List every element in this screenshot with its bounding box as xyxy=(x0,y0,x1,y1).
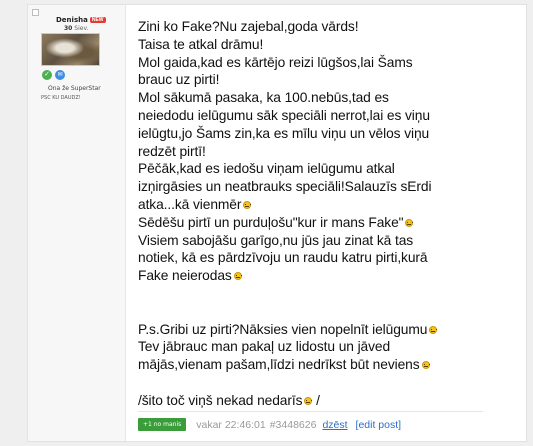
post-line-text: notiek, kā es pārdzīvoju un raudu katru … xyxy=(138,250,428,266)
post-id: #3448626 xyxy=(269,418,317,431)
post-line xyxy=(138,285,498,303)
avatar[interactable] xyxy=(41,33,100,66)
post-line: redzēt pirtī! xyxy=(138,143,498,161)
post-line: brauc uz pirti! xyxy=(138,71,498,89)
smiley-icon xyxy=(421,361,430,370)
post-line-text: Pēčāk,kad es iedošu viņam ielūgumu atkal xyxy=(138,161,395,177)
post-line-text: Mol sākumā pasaka, ka 100.nebūs,tad es xyxy=(138,90,389,106)
post-line: Fake neierodas xyxy=(138,267,498,285)
post-line-suffix: / xyxy=(312,392,320,408)
message-icon[interactable]: ✉ xyxy=(55,70,65,80)
smiley-icon xyxy=(243,200,252,209)
post-line: Tev jābrauc man pakaļ uz lidostu un jāve… xyxy=(138,338,498,356)
post-divider xyxy=(138,411,483,412)
edit-post-link[interactable]: [edit post] xyxy=(356,419,402,431)
username-link[interactable]: Denisha xyxy=(56,16,88,24)
post-line: atka...kā vienmēr xyxy=(138,196,498,214)
forum-post: Denisha NEW 30 Siev. ✓ ✉ Ona že SuperSta… xyxy=(27,4,527,442)
user-rank: Ona že SuperStar xyxy=(48,85,101,92)
post-line: neiedodu ielūgumu sāk speciāli nerrot,la… xyxy=(138,107,498,125)
post-line-text: Tev jābrauc man pakaļ uz lidostu un jāve… xyxy=(138,339,391,355)
post-line: izņirgāsies un neatbrauks speciāli!Salau… xyxy=(138,178,498,196)
post-line: /šito toč viņš nekad nedarīs / xyxy=(138,392,498,410)
post-line: mājās,vienam pašam,līdzi nedrīkst būt ne… xyxy=(138,356,498,374)
status-icons: ✓ ✉ xyxy=(42,70,65,80)
post-line-text: brauc uz pirti! xyxy=(138,72,220,88)
post-line: Mol gaida,kad es kārtējo reizi lūgšos,la… xyxy=(138,54,498,72)
post-line xyxy=(138,374,498,392)
delete-link[interactable]: dzēst xyxy=(322,419,347,431)
post-line-text: Mol gaida,kad es kārtējo reizi lūgšos,la… xyxy=(138,54,413,70)
post-line-text: atka...kā vienmēr xyxy=(138,196,242,212)
smiley-icon xyxy=(405,218,414,227)
user-sidebar: Denisha NEW 30 Siev. ✓ ✉ Ona že SuperSta… xyxy=(28,5,126,441)
post-line-text: /šito toč viņš nekad nedarīs xyxy=(138,392,303,408)
user-signature: PSC KU DAUDZ! xyxy=(41,95,81,101)
post-line-text: ielūgtu,jo Šams zin,ka es mīlu viņu un v… xyxy=(138,125,430,141)
post-line: ielūgtu,jo Šams zin,ka es mīlu viņu un v… xyxy=(138,125,498,143)
post-line-text: Visiem sabojāšu garīgo,nu jūs jau zinat … xyxy=(138,232,414,248)
post-line: Zini ko Fake?Nu zajebal,goda vārds! xyxy=(138,18,498,36)
username-row: Denisha NEW xyxy=(56,16,106,24)
post-line-text: mājās,vienam pašam,līdzi nedrīkst būt ne… xyxy=(138,357,420,373)
post-line: Visiem sabojāšu garīgo,nu jūs jau zinat … xyxy=(138,232,498,250)
age-number: 30 xyxy=(64,25,73,32)
new-user-badge: NEW xyxy=(89,17,106,23)
post-line: Sēdēšu pirtī un purduļošu"kur ir mans Fa… xyxy=(138,214,498,232)
post-line: Taisa te atkal drāmu! xyxy=(138,36,498,54)
post-line: Mol sākumā pasaka, ka 100.nebūs,tad es xyxy=(138,89,498,107)
post-line-text: Sēdēšu pirtī un purduļošu"kur ir mans Fa… xyxy=(138,214,404,230)
post-timestamp: vakar 22:46:01 xyxy=(196,418,266,431)
post-line: Pēčāk,kad es iedošu viņam ielūgumu atkal xyxy=(138,160,498,178)
post-line: P.s.Gribi uz pirti?Nāksies vien nopelnīt… xyxy=(138,321,498,339)
post-line-text: redzēt pirtī! xyxy=(138,143,206,159)
online-check-icon: ✓ xyxy=(42,70,52,80)
post-line-text: Fake neierodas xyxy=(138,268,232,284)
post-body: Zini ko Fake?Nu zajebal,goda vārds! Taisa… xyxy=(138,18,498,410)
user-age: 30 Siev. xyxy=(64,25,88,32)
post-line-text: Taisa te atkal drāmu! xyxy=(138,36,264,52)
post-line-text: neiedodu ielūgumu sāk speciāli nerrot,la… xyxy=(138,107,430,123)
post-line xyxy=(138,303,498,321)
post-line-text: izņirgāsies un neatbrauks speciāli!Salau… xyxy=(138,179,432,195)
select-post-checkbox[interactable] xyxy=(32,9,39,16)
post-line-text: Zini ko Fake?Nu zajebal,goda vārds! xyxy=(138,19,359,34)
smiley-icon xyxy=(429,325,438,334)
post-footer: +1 no manis vakar 22:46:01 #3448626 dzēs… xyxy=(138,418,401,431)
age-unit: Siev. xyxy=(74,25,89,32)
plus-one-button[interactable]: +1 no manis xyxy=(138,418,187,431)
post-line-text: P.s.Gribi uz pirti?Nāksies vien nopelnīt… xyxy=(138,321,428,337)
smiley-icon xyxy=(233,272,242,281)
post-line: notiek, kā es pārdzīvoju un raudu katru … xyxy=(138,249,498,267)
